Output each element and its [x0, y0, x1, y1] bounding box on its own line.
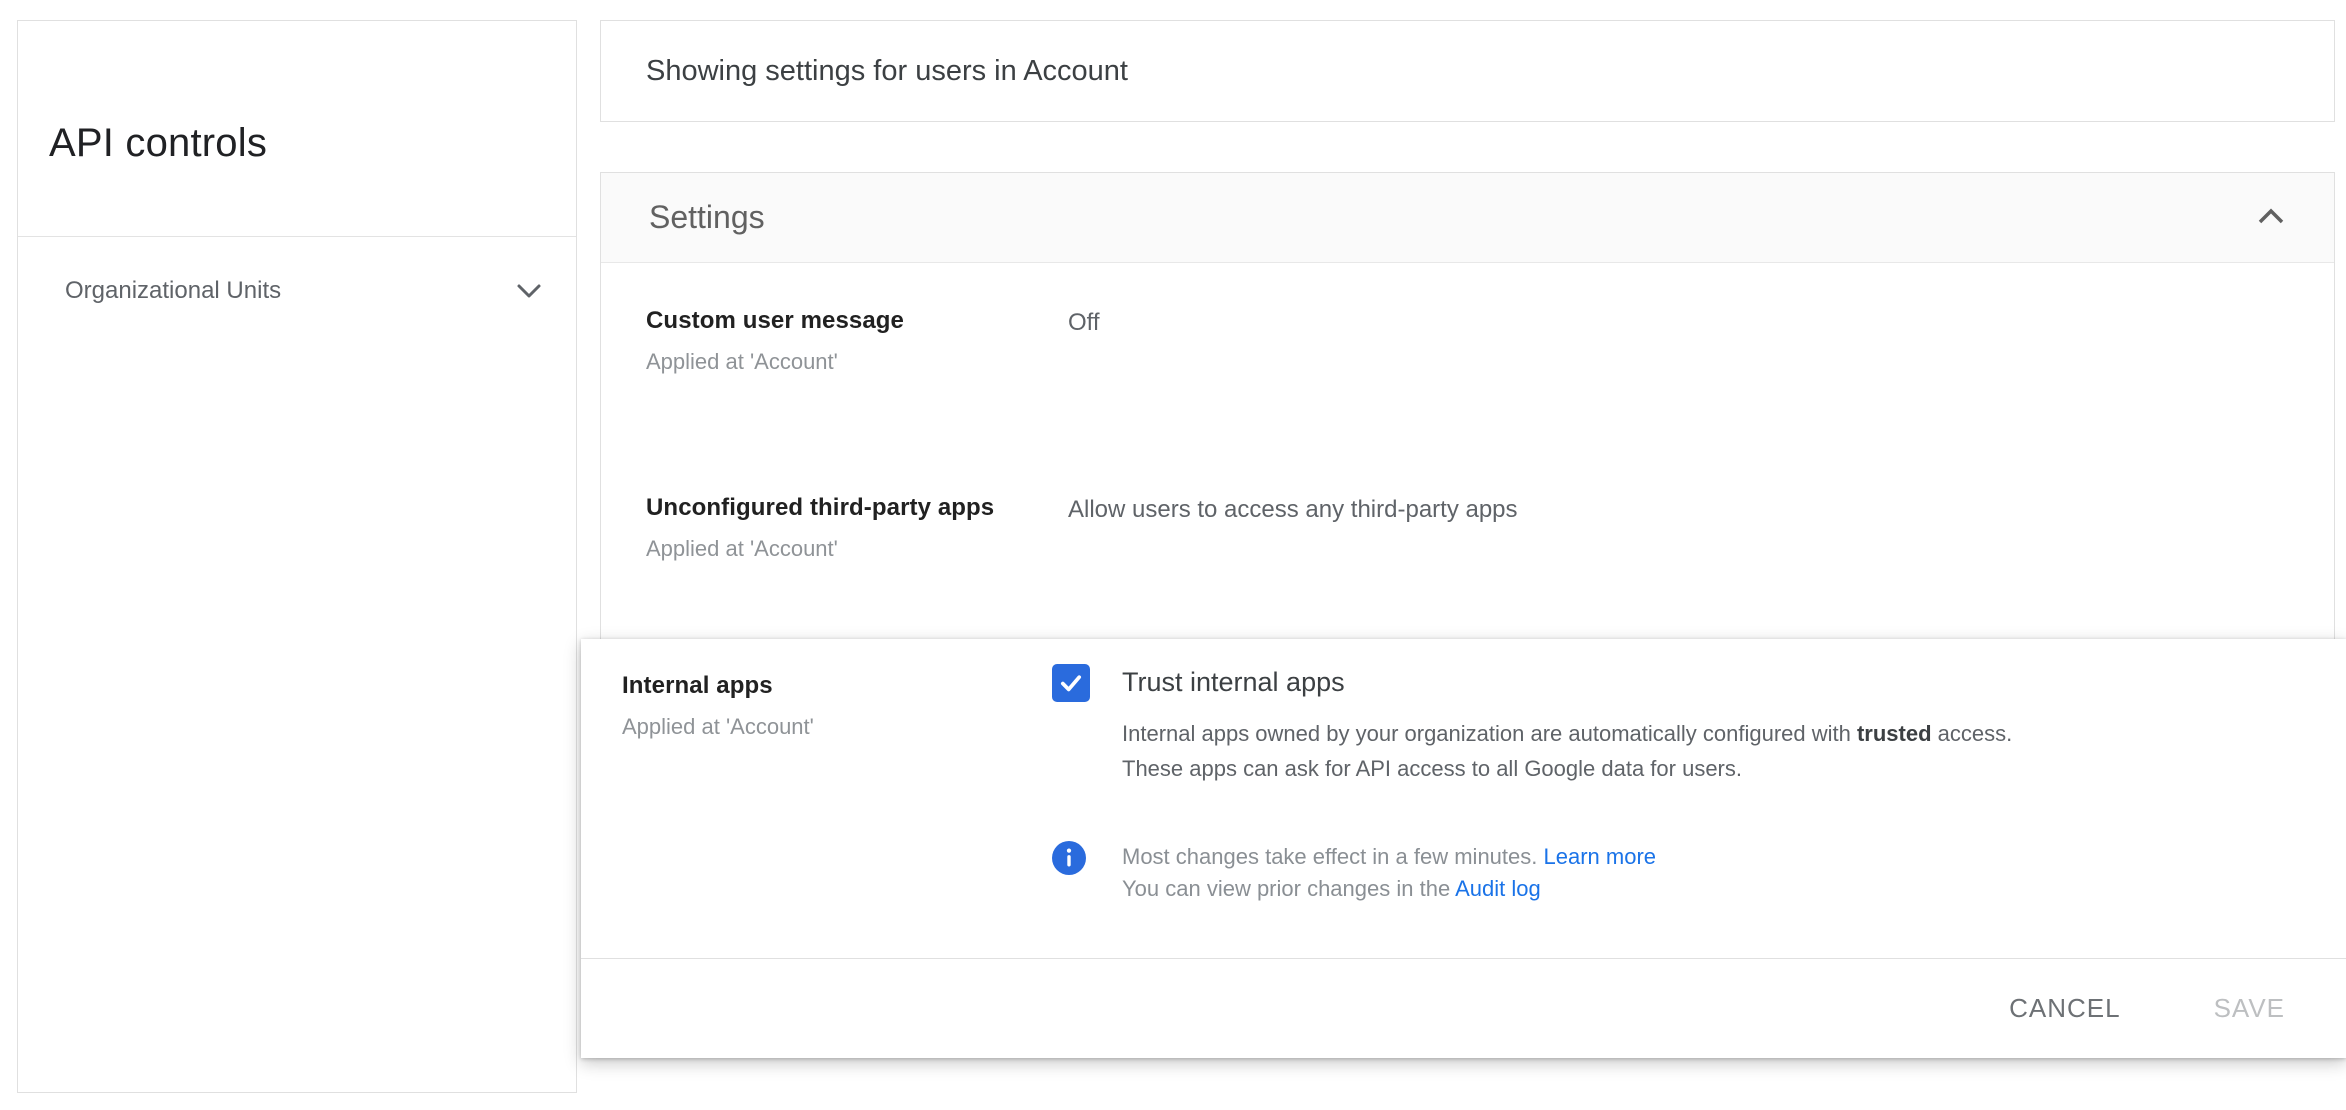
setting-row-main: Internal apps Applied at 'Account' — [622, 664, 1052, 905]
trust-internal-apps-content: Trust internal apps Internal apps owned … — [1122, 664, 2012, 786]
chevron-up-icon — [2256, 208, 2286, 228]
trust-internal-apps-label[interactable]: Trust internal apps — [1122, 667, 2012, 698]
applied-at-label: Applied at 'Account' — [646, 349, 838, 374]
page-title: API controls — [49, 121, 268, 165]
info-note: Most changes take effect in a few minute… — [1052, 841, 2346, 905]
dialog-actions: CANCEL SAVE — [581, 958, 2346, 1058]
info-line-2: You can view prior changes in the Audit … — [1122, 873, 1656, 905]
settings-section-header: Settings — [601, 173, 2334, 263]
organizational-units-label: Organizational Units — [65, 277, 282, 304]
info-line1-text: Most changes take effect in a few minute… — [1122, 844, 1538, 869]
setting-row-unconfigured-third-party-apps[interactable]: Unconfigured third-party apps Applied at… — [601, 450, 2334, 637]
trust-internal-apps-row: Trust internal apps Internal apps owned … — [1052, 664, 2346, 786]
api-controls-sidebar: API controls Organizational Units — [17, 20, 577, 1093]
setting-value: Allow users to access any third-party ap… — [1068, 496, 1518, 523]
chevron-down-icon — [516, 283, 542, 300]
sidebar-item-organizational-units[interactable]: Organizational Units — [18, 237, 576, 305]
trust-internal-apps-description: Internal apps owned by your organization… — [1122, 716, 2012, 786]
setting-row-main: Custom user message Applied at 'Account' — [646, 307, 1068, 375]
trust-internal-apps-checkbox[interactable] — [1052, 664, 1090, 702]
description-text: access. — [1931, 721, 2013, 746]
settings-section: Settings Custom user message Applied at … — [600, 172, 2335, 660]
setting-label: Custom user message — [646, 307, 905, 334]
setting-value: Off — [1068, 309, 1100, 336]
internal-apps-controls: Trust internal apps Internal apps owned … — [1052, 664, 2346, 905]
audit-log-link[interactable]: Audit log — [1455, 876, 1541, 901]
setting-row-main: Unconfigured third-party apps Applied at… — [646, 494, 1068, 562]
description-line2: These apps can ask for API access to all… — [1122, 756, 1742, 781]
applied-at-label: Applied at 'Account' — [622, 714, 814, 739]
applied-at-label: Applied at 'Account' — [646, 536, 838, 561]
sidebar-header: API controls — [18, 21, 576, 237]
description-text: Internal apps owned by your organization… — [1122, 721, 1857, 746]
setting-row-custom-user-message[interactable]: Custom user message Applied at 'Account'… — [601, 263, 2334, 450]
scope-header-text: Showing settings for users in Account — [646, 54, 1128, 87]
cancel-button[interactable]: CANCEL — [2009, 993, 2120, 1024]
internal-apps-body: Internal apps Applied at 'Account' Trust… — [581, 639, 2346, 905]
learn-more-link[interactable]: Learn more — [1544, 844, 1657, 869]
collapse-section-button[interactable] — [2252, 203, 2290, 232]
scope-header: Showing settings for users in Account — [600, 20, 2335, 122]
description-bold-text: trusted — [1856, 721, 1932, 746]
internal-apps-label: Internal apps — [622, 672, 773, 699]
info-icon — [1052, 841, 1086, 875]
save-button[interactable]: SAVE — [2214, 993, 2285, 1024]
info-text: Most changes take effect in a few minute… — [1122, 841, 1656, 905]
setting-label: Unconfigured third-party apps — [646, 494, 995, 521]
api-controls-page: API controls Organizational Units Showin… — [0, 0, 2346, 1110]
info-line2-text: You can view prior changes in the — [1122, 876, 1451, 901]
settings-section-title: Settings — [649, 199, 765, 235]
setting-panel-internal-apps: Internal apps Applied at 'Account' Trust… — [581, 639, 2346, 1058]
check-icon — [1060, 675, 1082, 692]
info-line-1: Most changes take effect in a few minute… — [1122, 841, 1656, 873]
